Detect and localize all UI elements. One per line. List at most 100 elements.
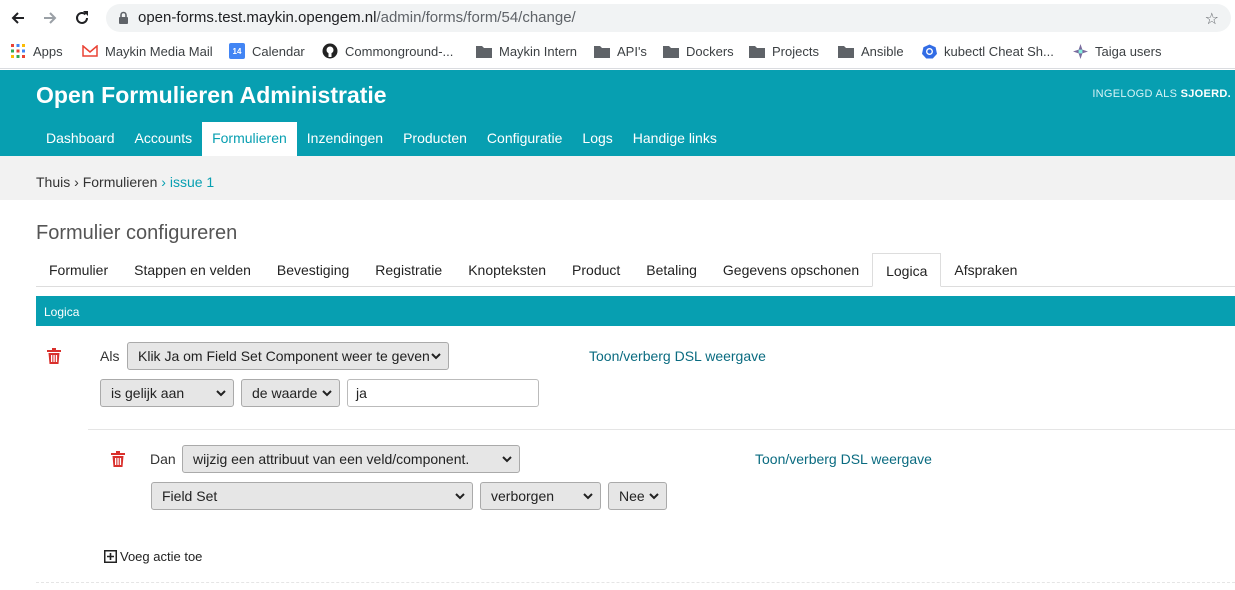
action-type-value: wijzig een attribuut van een veld/compon… — [193, 451, 470, 467]
nav-configuratie[interactable]: Configuratie — [477, 122, 573, 156]
operator-value: is gelijk aan — [111, 385, 185, 401]
breadcrumb-home[interactable]: Thuis — [36, 174, 70, 190]
add-action-button[interactable]: Voeg actie toe — [104, 549, 202, 564]
bookmark-apis[interactable]: API's — [594, 43, 647, 59]
tab-afspraken[interactable]: Afspraken — [941, 253, 1030, 287]
bookmark-label: Ansible — [861, 43, 904, 59]
nav-handige-links[interactable]: Handige links — [623, 122, 727, 156]
folder-icon — [594, 43, 610, 59]
nav-logs[interactable]: Logs — [572, 122, 622, 156]
bookmark-label: Maykin Media Mail — [105, 43, 213, 59]
bookmark-label: Projects — [772, 43, 819, 59]
then-label: Dan — [150, 451, 176, 467]
tab-registratie[interactable]: Registratie — [362, 253, 455, 287]
attribute-value-select[interactable]: Nee — [608, 482, 667, 510]
compare-type-value: de waarde — [252, 385, 318, 401]
breadcrumb-current: › issue 1 — [157, 174, 215, 190]
delete-action-trash-icon[interactable] — [111, 451, 125, 467]
bookmark-projects[interactable]: Projects — [749, 43, 819, 59]
user-tools: INGELOGD ALS SJOERD. — [1092, 88, 1231, 100]
bookmark-label: kubectl Cheat Sh... — [944, 43, 1054, 59]
bookmark-ansible[interactable]: Ansible — [838, 43, 904, 59]
bookmark-star-icon[interactable]: ☆ — [1205, 9, 1219, 29]
chevron-down-icon — [431, 353, 441, 360]
add-action-label: Voeg actie toe — [120, 549, 203, 564]
bookmark-commonground[interactable]: Commonground-... — [322, 43, 453, 59]
attribute-value: verborgen — [491, 488, 555, 504]
attribute-select[interactable]: verborgen — [480, 482, 601, 510]
divider — [36, 582, 1235, 583]
tab-logica[interactable]: Logica — [872, 253, 942, 287]
compare-type-select[interactable]: de waarde — [241, 379, 340, 407]
tab-product[interactable]: Product — [559, 253, 633, 287]
chevron-down-icon — [216, 390, 226, 397]
folder-icon — [749, 43, 765, 59]
tab-knopteksten[interactable]: Knopteksten — [455, 253, 559, 287]
bookmark-calendar[interactable]: 14 Calendar — [229, 43, 305, 59]
tab-formulier[interactable]: Formulier — [36, 253, 121, 287]
chevron-down-icon — [502, 456, 512, 463]
toggle-dsl-link[interactable]: Toon/verberg DSL weergave — [589, 348, 766, 364]
bookmark-maykin-intern[interactable]: Maykin Intern — [476, 43, 577, 59]
bookmark-label: Maykin Intern — [499, 43, 578, 59]
taiga-icon — [1072, 43, 1088, 59]
gmail-icon — [82, 43, 98, 59]
chevron-down-icon — [455, 493, 465, 500]
nav-formulieren[interactable]: Formulieren — [202, 122, 297, 156]
breadcrumb: Thuis › Formulieren › issue 1 — [0, 156, 1235, 200]
bookmarks-bar: Apps Maykin Media Mail 14 Calendar Commo… — [0, 36, 1235, 69]
breadcrumb-separator: › — [70, 174, 83, 190]
breadcrumb-section[interactable]: Formulieren — [83, 174, 158, 190]
site-title[interactable]: Open Formulieren Administratie — [36, 82, 387, 109]
toggle-dsl-link[interactable]: Toon/verberg DSL weergave — [755, 451, 932, 467]
chevron-down-icon — [583, 493, 593, 500]
kubernetes-icon — [921, 43, 937, 59]
bookmark-label: Apps — [33, 43, 63, 59]
bookmark-kubectl[interactable]: kubectl Cheat Sh... — [921, 43, 1054, 59]
lock-icon — [118, 11, 129, 30]
browser-address-bar: open-forms.test.maykin.opengem.nl/admin/… — [0, 0, 1235, 36]
folder-icon — [476, 43, 492, 59]
compare-value-input[interactable]: ja — [347, 379, 539, 407]
apps-grid-icon — [10, 43, 26, 59]
reload-icon[interactable] — [72, 8, 92, 28]
main-nav: Dashboard Accounts Formulieren Inzending… — [36, 122, 727, 156]
trigger-field-value: Klik Ja om Field Set Component weer te g… — [138, 348, 430, 364]
tab-betaling[interactable]: Betaling — [633, 253, 710, 287]
divider — [88, 429, 1235, 430]
bookmark-label: API's — [617, 43, 647, 59]
url-path: /admin/forms/form/54/change/ — [376, 9, 576, 26]
bookmark-taiga[interactable]: Taiga users — [1072, 43, 1161, 59]
url-host: open-forms.test.maykin.opengem.nl — [138, 9, 377, 26]
chevron-down-icon — [322, 390, 332, 397]
page-title: Formulier configureren — [36, 222, 238, 244]
bookmark-mail[interactable]: Maykin Media Mail — [82, 43, 213, 59]
trigger-field-select[interactable]: Klik Ja om Field Set Component weer te g… — [127, 342, 449, 370]
action-type-select[interactable]: wijzig een attribuut van een veld/compon… — [182, 445, 520, 473]
tab-stappen-en-velden[interactable]: Stappen en velden — [121, 253, 264, 287]
nav-inzendingen[interactable]: Inzendingen — [297, 122, 393, 156]
user-prefix: INGELOGD ALS — [1092, 88, 1178, 100]
bookmark-label: Dockers — [686, 43, 734, 59]
plus-square-icon — [104, 550, 117, 563]
nav-dashboard[interactable]: Dashboard — [36, 122, 125, 156]
operator-select[interactable]: is gelijk aan — [100, 379, 234, 407]
forward-arrow-icon[interactable] — [40, 8, 60, 28]
calendar-icon: 14 — [229, 43, 245, 59]
bookmark-apps[interactable]: Apps — [10, 43, 63, 59]
tab-gegevens-opschonen[interactable]: Gegevens opschonen — [710, 253, 872, 287]
bookmark-label: Taiga users — [1095, 43, 1162, 59]
nav-producten[interactable]: Producten — [393, 122, 477, 156]
form-tabs: Formulier Stappen en velden Bevestiging … — [36, 253, 1235, 287]
component-value: Field Set — [162, 488, 218, 504]
back-arrow-icon[interactable] — [8, 8, 28, 28]
component-select[interactable]: Field Set — [151, 482, 473, 510]
url-text: open-forms.test.maykin.opengem.nl/admin/… — [138, 9, 576, 26]
url-field[interactable]: open-forms.test.maykin.opengem.nl/admin/… — [106, 4, 1231, 32]
bookmark-dockers[interactable]: Dockers — [663, 43, 734, 59]
delete-rule-trash-icon[interactable] — [47, 348, 61, 364]
nav-accounts[interactable]: Accounts — [125, 122, 203, 156]
attribute-value-value: Nee — [619, 488, 645, 504]
tab-bevestiging[interactable]: Bevestiging — [264, 253, 362, 287]
if-label: Als — [100, 348, 120, 364]
